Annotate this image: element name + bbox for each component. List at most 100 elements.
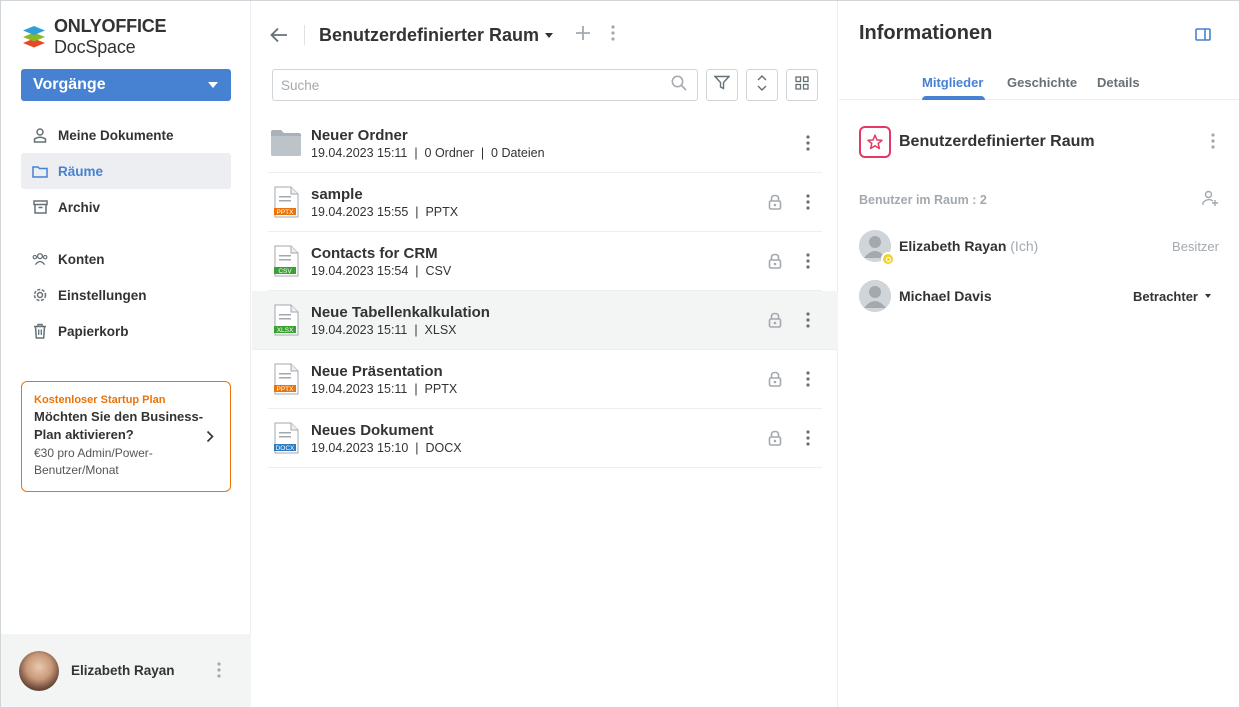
sidebar-item-label: Papierkorb <box>58 323 129 339</box>
view-toggle-button[interactable] <box>786 69 818 101</box>
page-title: Benutzerdefinierter Raum <box>319 24 540 45</box>
filter-button[interactable] <box>706 69 738 101</box>
pptx-file-icon: PPTX <box>270 186 302 218</box>
promo-subtitle: €30 pro Admin/Power-Benutzer/Monat <box>34 446 153 477</box>
nav-group-secondary: Konten Einstellungen Papierkorb <box>21 241 231 349</box>
tab-details[interactable]: Details <box>1097 75 1140 90</box>
svg-text:PPTX: PPTX <box>277 209 295 216</box>
info-panel: Informationen Mitglieder Geschichte Deta… <box>839 1 1239 707</box>
logo[interactable]: ONLYOFFICE DocSpace <box>21 16 250 57</box>
docx-file-icon: DOCX <box>270 422 302 454</box>
onlyoffice-logo-icon <box>21 22 47 53</box>
svg-text:CSV: CSV <box>278 268 292 275</box>
xlsx-file-icon: XLSX <box>270 304 302 336</box>
promo-banner[interactable]: Kostenloser Startup Plan Möchten Sie den… <box>21 381 231 492</box>
member-row[interactable]: Elizabeth Rayan (Ich) Besitzer <box>859 230 1219 266</box>
member-row[interactable]: Michael Davis Betrachter <box>859 280 1219 312</box>
pptx-file-icon: PPTX <box>270 363 302 395</box>
more-vertical-icon[interactable] <box>806 430 810 451</box>
archive-icon <box>32 199 48 215</box>
actions-button[interactable]: Vorgänge <box>21 69 231 101</box>
users-icon <box>32 251 48 267</box>
lock-icon[interactable] <box>768 194 782 215</box>
trash-icon <box>32 323 48 339</box>
info-tabs: Mitglieder Geschichte Details <box>839 73 1239 100</box>
file-name: Neue Tabellenkalkulation <box>311 303 490 321</box>
avatar <box>859 280 891 312</box>
more-vertical-icon[interactable] <box>611 24 615 46</box>
gear-icon <box>32 287 48 303</box>
file-row[interactable]: PPTX Neue Präsentation 19.04.2023 15:11 … <box>268 350 822 409</box>
sidebar-item-rooms[interactable]: Räume <box>21 153 231 189</box>
chevron-down-icon <box>208 82 218 88</box>
search-icon[interactable] <box>671 75 687 96</box>
sidebar-item-trash[interactable]: Papierkorb <box>21 313 231 349</box>
folder-icon <box>32 163 48 179</box>
file-meta: 19.04.2023 15:11 | 0 Ordner | 0 Dateien <box>311 145 545 160</box>
more-vertical-icon[interactable] <box>806 312 810 333</box>
members-header: Benutzer im Raum : 2 <box>859 193 987 207</box>
more-vertical-icon[interactable] <box>806 371 810 392</box>
more-vertical-icon[interactable] <box>217 662 221 683</box>
sort-button[interactable] <box>746 69 778 101</box>
file-meta: 19.04.2023 15:54 | CSV <box>311 263 452 278</box>
chevron-down-icon[interactable] <box>545 32 554 38</box>
member-name: Michael Davis <box>899 288 992 304</box>
file-name: Contacts for CRM <box>311 244 438 262</box>
lock-icon[interactable] <box>768 371 782 392</box>
lock-icon[interactable] <box>768 312 782 333</box>
role-select[interactable]: Betrachter <box>1133 289 1211 304</box>
promo-tag: Kostenloser Startup Plan <box>34 394 166 406</box>
file-meta: 19.04.2023 15:55 | PPTX <box>311 204 459 219</box>
file-row[interactable]: XLSX Neue Tabellenkalkulation 19.04.2023… <box>252 291 838 350</box>
sidebar-item-settings[interactable]: Einstellungen <box>21 277 231 313</box>
sidebar-item-accounts[interactable]: Konten <box>21 241 231 277</box>
tab-history[interactable]: Geschichte <box>1007 75 1077 90</box>
nav-group-primary: Meine Dokumente Räume Archiv <box>21 117 231 225</box>
file-row[interactable]: DOCX Neues Dokument 19.04.2023 15:10 | D… <box>268 409 822 468</box>
file-row[interactable]: CSV Contacts for CRM 19.04.2023 15:54 | … <box>268 232 822 291</box>
csv-file-icon: CSV <box>270 245 302 277</box>
file-meta: 19.04.2023 15:11 | PPTX <box>311 381 458 396</box>
sidebar-item-archive[interactable]: Archiv <box>21 189 231 225</box>
promo-title: Möchten Sie den Business-Plan aktivieren… <box>34 409 204 442</box>
main-content: Benutzerdefinierter Raum Suche Neuer Ord… <box>252 1 838 707</box>
file-row[interactable]: PPTX sample 19.04.2023 15:55 | PPTX <box>268 173 822 232</box>
sidebar-item-my-documents[interactable]: Meine Dokumente <box>21 117 231 153</box>
more-vertical-icon[interactable] <box>806 135 810 156</box>
logo-product: DocSpace <box>54 37 136 57</box>
person-icon <box>32 127 48 143</box>
tab-members[interactable]: Mitglieder <box>922 75 983 90</box>
file-name: Neue Präsentation <box>311 362 443 380</box>
member-name: Elizabeth Rayan (Ich) <box>899 238 1039 254</box>
file-list: Neuer Ordner 19.04.2023 15:11 | 0 Ordner… <box>252 114 838 468</box>
star-icon <box>859 126 891 158</box>
lock-icon[interactable] <box>768 430 782 451</box>
more-vertical-icon[interactable] <box>806 194 810 215</box>
sidebar-item-label: Einstellungen <box>58 287 147 303</box>
panel-toggle-icon[interactable] <box>1195 28 1211 46</box>
owner-badge-icon <box>881 252 895 266</box>
file-row[interactable]: Neuer Ordner 19.04.2023 15:11 | 0 Ordner… <box>268 114 822 173</box>
avatar[interactable] <box>19 650 59 691</box>
profile-name: Elizabeth Rayan <box>71 663 175 678</box>
actions-label: Vorgänge <box>33 76 106 93</box>
avatar <box>859 230 895 266</box>
lock-icon[interactable] <box>768 253 782 274</box>
search-input[interactable] <box>281 77 641 93</box>
info-title: Informationen <box>859 22 993 44</box>
more-vertical-icon[interactable] <box>806 253 810 274</box>
divider <box>304 25 305 45</box>
plus-icon[interactable] <box>575 25 591 46</box>
sidebar-item-label: Meine Dokumente <box>58 127 174 143</box>
add-user-icon[interactable] <box>1202 190 1219 211</box>
file-name: Neuer Ordner <box>311 126 408 144</box>
chevron-right-icon <box>206 430 214 448</box>
tab-indicator <box>922 96 985 100</box>
sort-icon <box>756 74 768 97</box>
arrow-left-icon[interactable] <box>270 25 290 45</box>
svg-text:XLSX: XLSX <box>277 327 294 334</box>
more-vertical-icon[interactable] <box>1211 133 1215 154</box>
sidebar-item-label: Räume <box>58 163 104 179</box>
file-meta: 19.04.2023 15:11 | XLSX <box>311 322 457 337</box>
